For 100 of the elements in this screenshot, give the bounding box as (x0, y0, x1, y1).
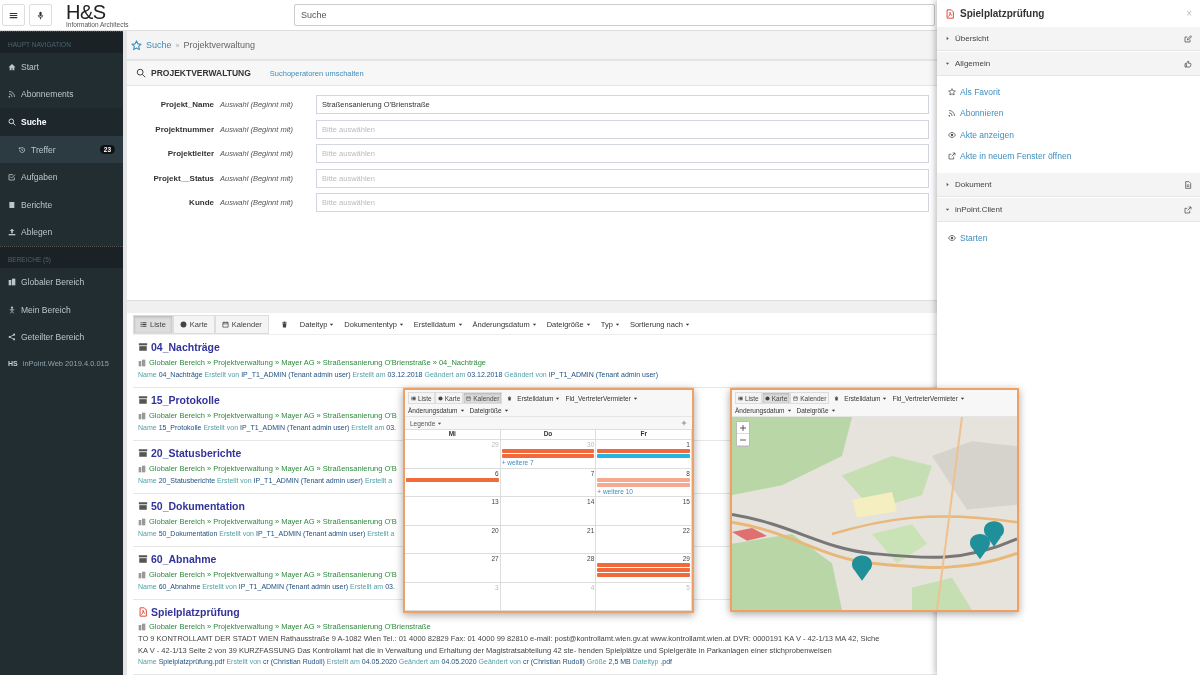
star-icon (948, 87, 956, 96)
thumbs-up-icon (1184, 59, 1192, 68)
menu-icon (9, 10, 18, 20)
calendar-event[interactable] (597, 482, 690, 487)
pdf-icon (138, 607, 148, 617)
folder-icon (138, 342, 148, 352)
external-link-icon (1184, 205, 1192, 214)
menu-button[interactable] (2, 4, 25, 26)
eye-icon (948, 130, 956, 139)
field-label: Projekt_Name (159, 100, 214, 110)
calendar-event[interactable] (406, 477, 499, 482)
caret-icon (632, 395, 638, 401)
calendar-icon (466, 395, 472, 401)
caret-icon (503, 408, 509, 413)
caret-icon (398, 321, 404, 327)
nav-item[interactable]: Geteilter Bereich (0, 323, 123, 351)
result-title[interactable]: 50_Dokumentation (151, 499, 245, 513)
caret-icon (555, 395, 561, 401)
caret-icon (786, 408, 792, 413)
action-link[interactable]: Starten (960, 232, 988, 243)
caret-icon (437, 420, 443, 426)
caret-icon (684, 321, 690, 327)
plus-icon (739, 424, 747, 432)
buildings-icon (138, 411, 146, 420)
folder-icon (138, 501, 148, 511)
caret-icon (531, 321, 537, 327)
buildings-icon (138, 464, 146, 473)
result-title[interactable]: 20_Statusberichte (151, 446, 242, 460)
action-link[interactable]: Akte anzeigen (960, 129, 1014, 140)
person-icon (8, 305, 16, 314)
nav-label: Berichte (21, 199, 53, 210)
calendar-event[interactable] (501, 449, 595, 453)
nav-item[interactable]: Start (0, 53, 123, 81)
nav-item[interactable]: Aufgaben (0, 163, 123, 191)
delete-button[interactable] (834, 395, 840, 401)
eye-icon (948, 233, 956, 242)
nav-label: Geteilter Bereich (21, 332, 85, 343)
rss-icon (948, 109, 956, 118)
result-title[interactable]: Spielplatzprüfung (151, 605, 240, 619)
globe-icon (764, 395, 770, 401)
nav-item[interactable]: Suche (0, 108, 123, 136)
caret-icon (882, 395, 888, 401)
star-icon (131, 39, 142, 51)
microphone-button[interactable] (29, 4, 52, 26)
result-title[interactable]: 15_Protokolle (151, 393, 220, 407)
folder-icon (138, 395, 148, 405)
calendar-icon (793, 395, 799, 401)
globe-icon (179, 320, 187, 328)
field-label: Kunde (188, 198, 214, 208)
action-link[interactable]: Abonnieren (960, 108, 1004, 119)
buildings-icon (138, 622, 146, 631)
action-link[interactable]: Akte in neuem Fenster öffnen (960, 151, 1072, 162)
section-header[interactable]: Übersicht (937, 27, 1200, 51)
result-title[interactable]: 60_Abnahme (151, 552, 217, 566)
nav-label: Mein Bereich (21, 304, 71, 315)
trash-icon (280, 320, 288, 328)
field-label: Projekt__Status (152, 173, 214, 183)
nav-label: Ablegen (21, 227, 53, 238)
nav-item[interactable]: Globaler Bereich (0, 268, 123, 296)
delete-button[interactable] (507, 395, 513, 401)
nav-label: Abonnements (21, 89, 74, 100)
checkbox-icon (8, 173, 16, 182)
nav-label: Start (21, 61, 39, 72)
calendar-event[interactable] (501, 454, 595, 458)
search-icon (136, 68, 146, 78)
caret-down-icon (945, 61, 950, 66)
pdf-icon (945, 8, 955, 19)
caret-icon (585, 321, 591, 327)
section-header[interactable]: Dokument (937, 173, 1200, 197)
share-icon (8, 333, 16, 342)
calendar-icon (221, 320, 229, 328)
section-header[interactable]: inPoint.Client (937, 198, 1200, 222)
nav-label: Globaler Bereich (21, 276, 85, 287)
nav-item[interactable]: Abonnements (0, 80, 123, 109)
search-field[interactable]: Suche (294, 4, 935, 26)
caret-icon (459, 408, 465, 413)
result-title[interactable]: 04_Nachträge (151, 340, 220, 354)
nav-item[interactable]: Berichte (0, 190, 123, 219)
list-icon (738, 395, 743, 401)
calendar-event[interactable] (597, 477, 690, 482)
buildings-icon (8, 277, 16, 286)
caret-icon (614, 321, 620, 327)
external-link-icon (948, 152, 956, 161)
edit-icon (1184, 34, 1192, 43)
breadcrumb-link[interactable]: Suche (146, 40, 172, 50)
caret-icon (959, 395, 965, 401)
caret-icon (457, 321, 463, 327)
buildings-icon (138, 358, 146, 367)
upload-icon (8, 228, 16, 237)
field-label: Projektnummer (154, 124, 214, 134)
nav-item[interactable]: Mein Bereich (0, 295, 123, 324)
zoom-in-button[interactable] (737, 422, 749, 434)
globe-icon (437, 395, 443, 401)
search-icon (8, 118, 16, 126)
trash-icon (834, 395, 840, 401)
action-link[interactable]: Als Favorit (960, 86, 1001, 97)
nav-item[interactable]: Ablegen (0, 218, 123, 247)
folder-icon (138, 554, 148, 564)
section-header[interactable]: Allgemein (937, 52, 1200, 76)
nav-label: Treffer (31, 144, 56, 155)
